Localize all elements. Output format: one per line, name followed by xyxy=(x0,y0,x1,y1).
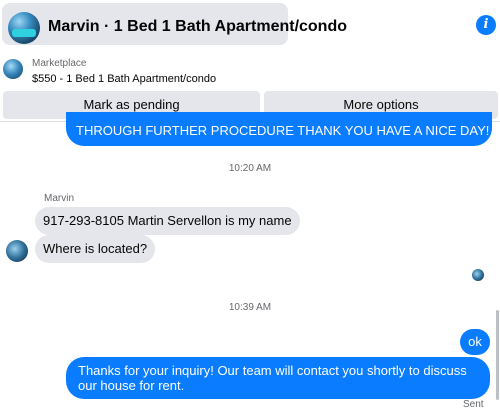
profile-avatar-icon xyxy=(8,12,40,44)
message-timestamp: 10:20 AM xyxy=(228,163,272,174)
listing-price-title: $550 - 1 Bed 1 Bath Apartment/condo xyxy=(32,73,217,85)
listing-label: Marketplace xyxy=(32,58,87,69)
outgoing-message: Thanks for your inquiry! Our team will c… xyxy=(66,357,490,399)
incoming-message: 917-293-8105 Martin Servellon is my name xyxy=(35,207,300,235)
previous-outgoing-message: THROUGH FURTHER PROCEDURE THANK YOU HAVE… xyxy=(66,112,492,146)
chat-scrollbar[interactable] xyxy=(496,310,499,400)
message-status: Sent xyxy=(463,399,484,410)
chat-header: Marvin · 1 Bed 1 Bath Apartment/condo i xyxy=(0,0,500,50)
seen-receipt-avatar-icon xyxy=(472,269,484,281)
outgoing-message: ok xyxy=(460,329,490,355)
sender-name: Marvin xyxy=(44,193,75,204)
message-timestamp: 10:39 AM xyxy=(228,302,272,313)
conversation-title-button[interactable]: Marvin · 1 Bed 1 Bath Apartment/condo xyxy=(2,3,347,45)
marketplace-listing[interactable]: Marketplace $550 - 1 Bed 1 Bath Apartmen… xyxy=(0,56,500,90)
listing-thumbnail-icon xyxy=(3,59,23,79)
incoming-message: Where is located? xyxy=(35,235,156,263)
conversation-title: Marvin · 1 Bed 1 Bath Apartment/condo xyxy=(48,18,347,35)
sender-avatar-icon[interactable] xyxy=(6,240,28,262)
info-icon[interactable]: i xyxy=(476,15,496,35)
